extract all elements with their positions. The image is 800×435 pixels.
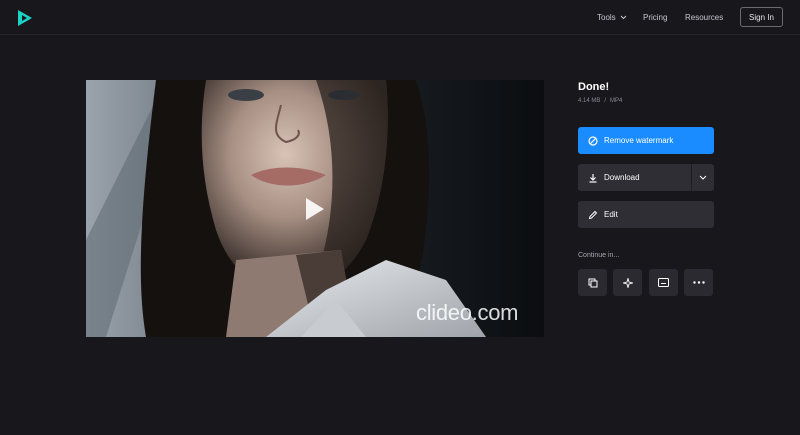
edit-button[interactable]: Edit: [578, 201, 714, 228]
remove-watermark-label: Remove watermark: [604, 136, 674, 145]
top-bar: Tools Pricing Resources Sign In: [0, 0, 800, 35]
sign-in-button[interactable]: Sign In: [740, 7, 783, 27]
file-format: MP4: [610, 98, 623, 104]
watermark-text: clideo.com: [416, 300, 519, 325]
sign-in-label: Sign In: [749, 12, 774, 22]
continue-tool-copy[interactable]: [578, 269, 607, 296]
nav-tools-label: Tools: [597, 12, 616, 22]
chevron-down-icon: [620, 15, 627, 19]
nav-resources-label: Resources: [685, 12, 724, 22]
edit-label: Edit: [604, 210, 618, 219]
nav-tools[interactable]: Tools: [597, 0, 627, 34]
remove-watermark-button[interactable]: Remove watermark: [578, 127, 714, 154]
subtitles-icon: [658, 278, 669, 287]
file-meta-separator: /: [604, 98, 607, 104]
no-sign-icon: [588, 135, 598, 146]
sparkle-icon: [622, 277, 633, 288]
download-icon: [588, 173, 598, 183]
nav-resources[interactable]: Resources: [685, 0, 723, 34]
continue-tool-more[interactable]: [684, 269, 713, 296]
nav-pricing[interactable]: Pricing: [643, 0, 667, 34]
result-title: Done!: [578, 81, 610, 93]
file-size: 4.14 MB: [578, 98, 601, 104]
continue-in-label: Continue in...: [578, 252, 620, 259]
video-preview[interactable]: clideo.com: [86, 80, 544, 337]
continue-tool-subtitles[interactable]: [649, 269, 678, 296]
copy-icon: [588, 278, 597, 287]
clideo-logo-icon[interactable]: [15, 8, 35, 28]
file-meta: 4.14 MB / MP4: [578, 98, 622, 104]
download-options-toggle[interactable]: [691, 164, 714, 191]
chevron-down-icon: [699, 175, 707, 180]
continue-tool-sparkle[interactable]: [613, 269, 642, 296]
download-label: Download: [604, 173, 640, 182]
pencil-icon: [588, 210, 598, 220]
more-icon: [692, 281, 705, 284]
play-icon[interactable]: [304, 196, 326, 222]
download-button[interactable]: Download: [578, 164, 714, 191]
nav-pricing-label: Pricing: [643, 12, 668, 22]
